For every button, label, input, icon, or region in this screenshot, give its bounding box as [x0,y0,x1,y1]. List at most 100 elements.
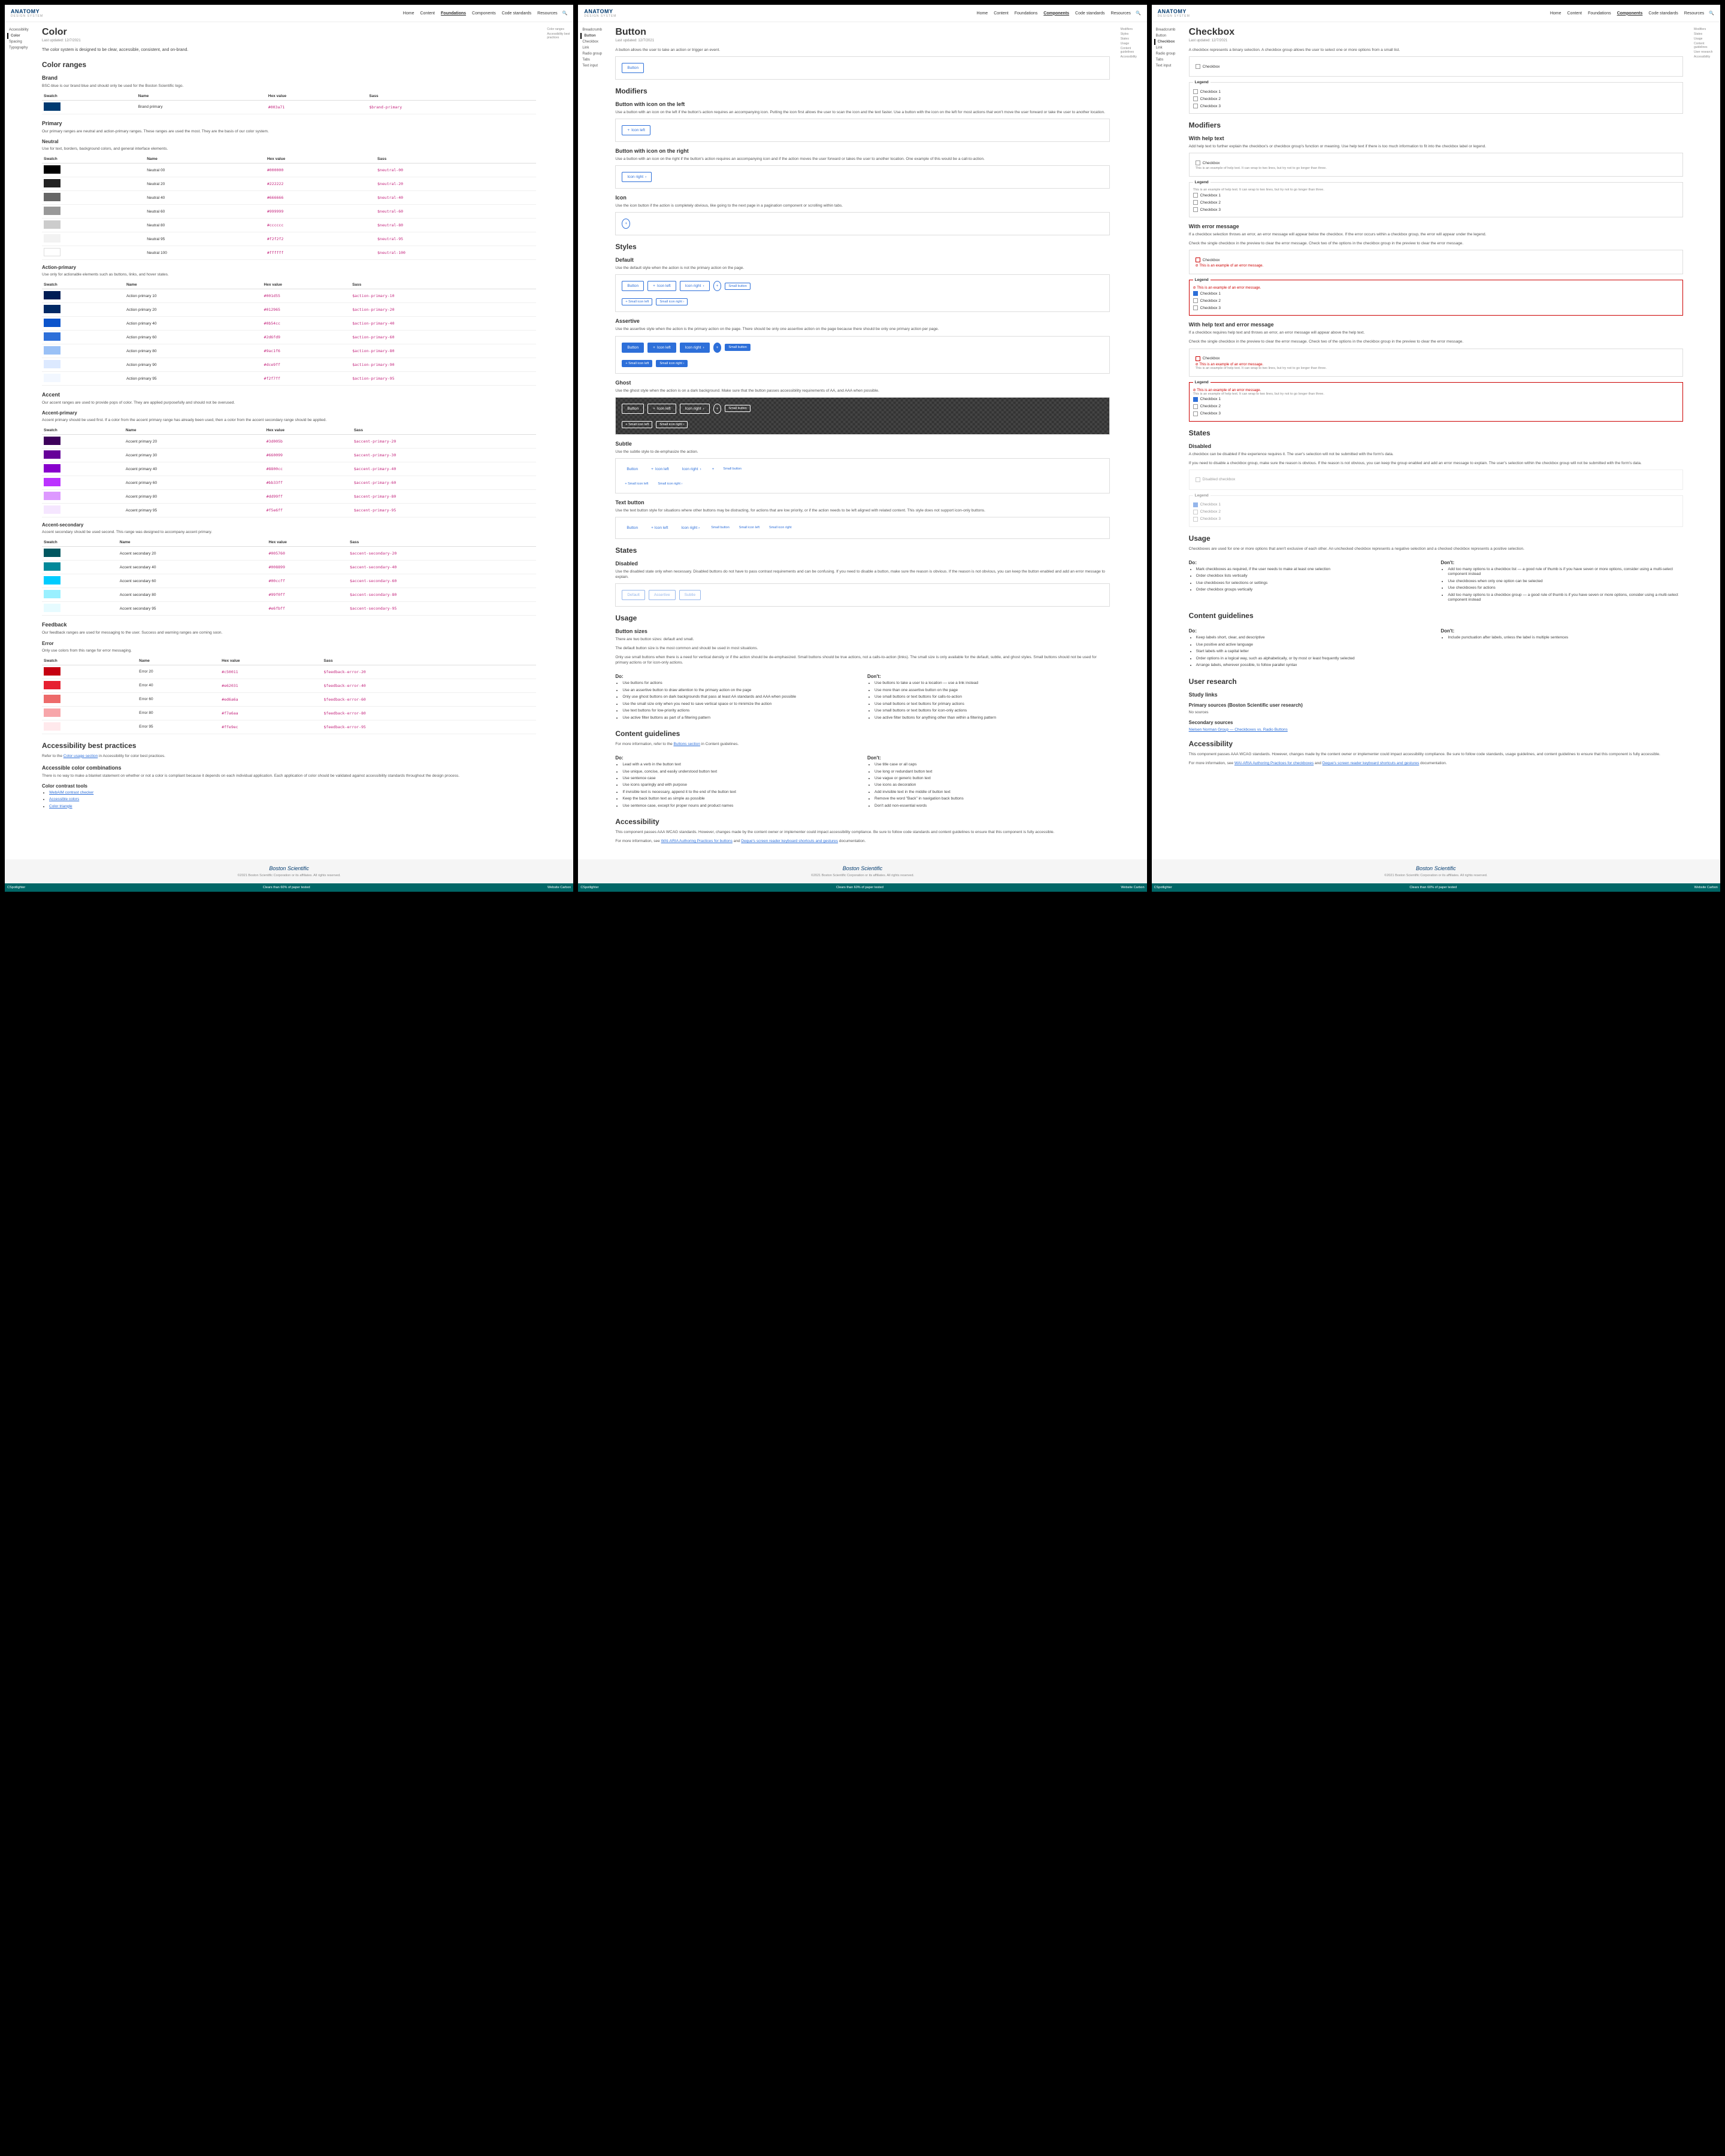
table-row: Neutral 60#999999$neutral-60 [42,205,536,219]
plus-icon: + [716,284,719,288]
swatch [44,492,60,500]
swatch [44,450,60,459]
sidebar-item-radio-group[interactable]: Radio group [1154,51,1178,57]
table-row: Neutral 40#666666$neutral-40 [42,191,536,205]
sidebar-item-link[interactable]: Link [580,45,604,51]
nav-resources[interactable]: Resources [1110,11,1130,16]
table-row: Action primary 60#2d6fd9$action-primary-… [42,331,536,344]
swatch [44,248,60,256]
table-row: Accent primary 80#dd99ff$accent-primary-… [42,490,536,504]
nav: Home Content Foundations Components Code sta… [403,11,558,16]
nav-content[interactable]: Content [1567,11,1582,16]
plus-icon: + [716,407,719,411]
table-row: Brand primary#003a71$brand-primary [42,100,536,114]
sidebar-item-breadcrumb[interactable]: Breadcrumb [580,27,604,33]
header: ANATOMYDESIGN SYSTEM HomeContentFoundati… [5,5,573,22]
table-row: Accent primary 30#660099$accent-primary-… [42,449,536,462]
swatch [44,708,60,717]
nav-home[interactable]: Home [1550,11,1561,16]
swatch [44,667,60,676]
sidebar-item-checkbox[interactable]: Checkbox [1154,39,1178,45]
sidebar-item-tabs[interactable]: Tabs [1154,57,1178,63]
swatch [44,346,60,355]
search-icon[interactable]: 🔍 [1709,11,1714,16]
sidebar-item-text-input[interactable]: Text input [1154,63,1178,69]
search-icon[interactable]: 🔍 [1136,11,1141,16]
sidebar-item-link[interactable]: Link [1154,45,1178,51]
nav-foundations[interactable]: Foundations [1588,11,1611,16]
swatch [44,549,60,557]
chevron-right-icon: › [703,284,704,288]
nav-code-standards[interactable]: Code standards [1075,11,1104,16]
swatch [44,319,60,327]
swatch [44,681,60,689]
swatch [44,291,60,299]
swatch [44,220,60,229]
icon-right-button[interactable]: Icon right› [622,172,652,182]
nav-home[interactable]: Home [977,11,988,16]
nav-resources[interactable]: Resources [537,11,557,16]
plus-icon: + [653,407,655,411]
color-usage-link[interactable]: Color usage section [63,754,98,758]
nav-content[interactable]: Content [994,11,1009,16]
table-row: Accent primary 60#bb33ff$accent-primary-… [42,476,536,490]
nav-components[interactable]: Components [472,11,496,16]
sidebar-item-color[interactable]: Color [7,33,31,39]
plus-icon: + [627,128,630,132]
table-row: Accent primary 20#3d005b$accent-primary-… [42,435,536,449]
chevron-right-icon: › [645,175,646,179]
plus-icon: + [651,467,653,471]
button-demo[interactable]: Button [622,63,644,73]
swatch [44,165,60,174]
swatch [44,207,60,215]
table-row: Accent primary 40#8800cc$accent-primary-… [42,462,536,476]
logo[interactable]: ANATOMY [11,8,40,14]
plus-icon: + [716,346,719,350]
sidebar-item-text-input[interactable]: Text input [580,63,604,69]
page-title: Color [42,27,536,38]
sidebar-item-button[interactable]: Button [580,33,604,39]
table-row: Error 80#f7a6aa$feedback-error-80 [42,706,536,720]
table-row: Action primary 20#012965$action-primary-… [42,303,536,317]
table-row: Neutral 80#cccccc$neutral-80 [42,219,536,232]
swatch [44,374,60,382]
table-row: Action primary 40#0b54cc$action-primary-… [42,317,536,331]
sidebar-item-radio-group[interactable]: Radio group [580,51,604,57]
table-row: Accent secondary 95#e6fbff$accent-second… [42,602,536,616]
brand-table: SwatchNameHex valueSassBrand primary#003… [42,92,536,114]
nav-components[interactable]: Components [1617,11,1643,16]
sidebar-item-spacing[interactable]: Spacing [7,39,31,45]
swatch [44,193,60,201]
checkbox[interactable] [1196,64,1200,69]
swatch [44,234,60,243]
swatch [44,590,60,598]
nav-resources[interactable]: Resources [1684,11,1704,16]
nav-foundations[interactable]: Foundations [1015,11,1038,16]
nav-foundations[interactable]: Foundations [441,11,466,16]
table-row: Action primary 10#001d55$action-primary-… [42,289,536,303]
nav-home[interactable]: Home [403,11,414,16]
sidebar-item-typography[interactable]: Typography [7,45,31,51]
sidebar-item-button[interactable]: Button [1154,33,1178,39]
icon-left-button[interactable]: +Icon left [622,125,650,135]
nav-content[interactable]: Content [420,11,435,16]
icon-button[interactable]: + [622,219,630,229]
swatch [44,562,60,571]
chevron-right-icon: › [703,346,704,350]
chevron-right-icon: › [703,407,704,411]
plus-icon: + [712,467,715,471]
table-row: Accent secondary 40#008899$accent-second… [42,561,536,574]
nav-code-standards[interactable]: Code standards [1648,11,1678,16]
table-row: Neutral 100#ffffff$neutral-100 [42,246,536,260]
swatch [44,604,60,612]
nav-code-standards[interactable]: Code standards [502,11,531,16]
table-row: Accent primary 95#f5e6ff$accent-primary-… [42,504,536,517]
table-row: Accent secondary 20#005760$accent-second… [42,547,536,561]
table-row: Action primary 90#dce9ff$action-primary-… [42,358,536,372]
sidebar-item-tabs[interactable]: Tabs [580,57,604,63]
sidebar-item-checkbox[interactable]: Checkbox [580,39,604,45]
search-icon[interactable]: 🔍 [562,11,568,16]
sidebar-item-accessibility[interactable]: Accessibility [7,27,31,33]
sidebar-item-breadcrumb[interactable]: Breadcrumb [1154,27,1178,33]
nav-components[interactable]: Components [1043,11,1069,16]
